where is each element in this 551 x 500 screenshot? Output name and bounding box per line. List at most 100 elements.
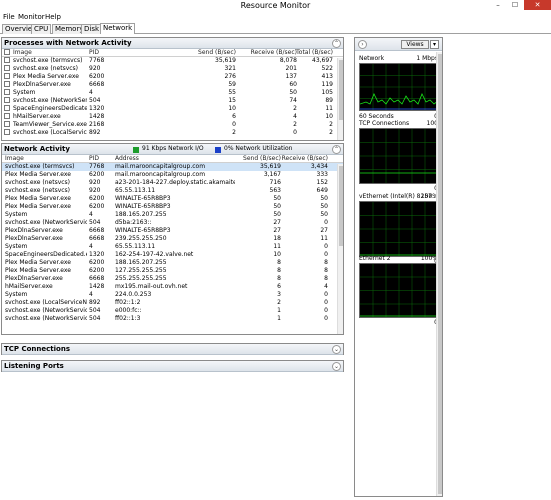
processes-section: Processes with Network Activity ⌃ Image … <box>1 37 344 141</box>
col-receive[interactable]: Receive (B/sec) <box>274 155 328 162</box>
scroll-thumb[interactable] <box>339 60 343 120</box>
expand-down-icon[interactable]: ⌄ <box>332 362 341 371</box>
cell-pid: 4 <box>89 291 93 298</box>
table-row[interactable]: svchost.exe (netsvcs) 920 65.55.113.11 563 6… <box>2 187 343 195</box>
table-row[interactable]: svchost.exe (netsvcs) 920 a23-201-184-227.… <box>2 179 343 187</box>
table-row[interactable]: svchost.exe (netsvcs) 920 321 201 522 <box>2 65 343 73</box>
row-checkbox[interactable] <box>4 129 10 135</box>
table-row[interactable]: PlexDlnaServer.exe 6668 59 60 119 <box>2 81 343 89</box>
table-row[interactable]: SpaceEngineersDedicated.exe1320 162-254-1… <box>2 251 343 259</box>
maximize-button[interactable]: ☐ <box>508 0 522 10</box>
cell-send: 8 <box>277 275 281 282</box>
table-row[interactable]: hMailServer.exe 1428 mx195.mail-out.ovh.ne… <box>2 283 343 291</box>
row-checkbox[interactable] <box>4 89 10 95</box>
table-row[interactable]: System 4 188.165.207.255 50 50 <box>2 211 343 219</box>
table-row[interactable]: svchost.exe (LocalServiceNetwo...892 ff02… <box>2 299 343 307</box>
row-checkbox[interactable] <box>4 57 10 63</box>
table-row[interactable]: Plex Media Server.exe 6200 WINALTE-65R8BP3… <box>2 195 343 203</box>
scroll-thumb[interactable] <box>339 166 343 246</box>
col-pid[interactable]: PID <box>89 155 99 162</box>
table-row[interactable]: svchost.exe (NetworkService) 504 d5ba:2163… <box>2 219 343 227</box>
table-row[interactable]: Plex Media Server.exe 6200 WINALTE-65R8BP3… <box>2 203 343 211</box>
cell-address: 65.55.113.11 <box>115 187 156 194</box>
cell-receive: 0 <box>324 219 328 226</box>
select-all-checkbox[interactable] <box>4 49 10 55</box>
table-row[interactable]: svchost.exe (LocalServiceNet...892 2 0 2 <box>2 129 343 137</box>
table-row[interactable]: svchost.exe (termsvcs) 7768 mail.marooncap… <box>2 163 343 171</box>
row-checkbox[interactable] <box>4 97 10 103</box>
menu-file[interactable]: File <box>3 13 15 21</box>
tab-cpu[interactable]: CPU <box>31 24 52 34</box>
cell-address: WINALTE-65R8BP3 <box>115 227 171 234</box>
processes-header[interactable]: Processes with Network Activity ⌃ <box>2 38 343 49</box>
cell-image: SpaceEngineersDedicated.exe <box>5 251 87 258</box>
col-total[interactable]: Total (B/sec) <box>292 49 333 56</box>
table-row[interactable]: System 4 224.0.0.253 3 0 <box>2 291 343 299</box>
cell-total: 2 <box>329 129 333 136</box>
cell-pid: 6200 <box>89 267 105 274</box>
menu-monitor[interactable]: Monitor <box>18 13 45 21</box>
processes-scrollbar[interactable] <box>337 58 343 140</box>
tab-disk[interactable]: Disk <box>81 24 103 34</box>
cell-pid: 6200 <box>89 73 105 80</box>
table-row[interactable]: svchost.exe (NetworkService) 504 ff02::1:3… <box>2 315 343 323</box>
table-row[interactable]: PlexDlnaServer.exe 6668 239.255.255.250 18 1… <box>2 235 343 243</box>
listening-ports-header[interactable]: Listening Ports ⌄ <box>2 361 343 372</box>
collapse-up-icon[interactable]: ⌃ <box>332 39 341 48</box>
table-row[interactable]: Plex Media Server.exe 6200 276 137 413 <box>2 73 343 81</box>
collapse-up-icon[interactable]: ⌃ <box>332 145 341 154</box>
cell-pid: 920 <box>89 187 101 194</box>
col-send[interactable]: Send (B/sec) <box>227 155 281 162</box>
col-send[interactable]: Send (B/sec) <box>182 49 236 56</box>
table-row[interactable]: Plex Media Server.exe 6200 188.165.207.255… <box>2 259 343 267</box>
row-checkbox[interactable] <box>4 65 10 71</box>
ethernet2-graph-canvas <box>360 264 438 317</box>
cell-total: 89 <box>325 97 333 104</box>
cell-address: ff02::1:3 <box>115 315 141 322</box>
table-row[interactable]: svchost.exe (NetworkService)504 15 74 89 <box>2 97 343 105</box>
network-io-legend-swatch <box>133 147 139 153</box>
network-scrollbar[interactable] <box>337 164 343 334</box>
minimize-button[interactable]: – <box>491 0 505 10</box>
table-row[interactable]: System 4 65.55.113.11 11 0 <box>2 243 343 251</box>
network-activity-header[interactable]: Network Activity 91 Kbps Network I/O 0% … <box>2 144 343 155</box>
col-image[interactable]: Image <box>13 49 32 56</box>
table-row[interactable]: Plex Media Server.exe 6200 127.255.255.255… <box>2 267 343 275</box>
table-row[interactable]: PlexDlnaServer.exe 6668 255.255.255.255 8 8 <box>2 275 343 283</box>
expand-down-icon[interactable]: ⌄ <box>332 345 341 354</box>
graph-panel-scrollbar[interactable] <box>436 52 442 496</box>
cell-image: PlexDlnaServer.exe <box>5 227 63 234</box>
network-activity-section: Network Activity 91 Kbps Network I/O 0% … <box>1 143 344 335</box>
cell-image: svchost.exe (NetworkService) <box>5 315 87 322</box>
row-checkbox[interactable] <box>4 105 10 111</box>
col-address[interactable]: Address <box>115 155 139 162</box>
table-row[interactable]: svchost.exe (NetworkService) 504 e000:fc::… <box>2 307 343 315</box>
row-checkbox[interactable] <box>4 81 10 87</box>
menu-help[interactable]: Help <box>45 13 61 21</box>
table-row[interactable]: hMailServer.exe 1428 6 4 10 <box>2 113 343 121</box>
col-image[interactable]: Image <box>5 155 24 162</box>
table-row[interactable]: svchost.exe (termsvcs) 7768 35,619 8,078 43,… <box>2 57 343 65</box>
collapse-panel-icon[interactable]: › <box>358 40 367 49</box>
table-row[interactable]: TeamViewer_Service.exe 2168 0 2 2 <box>2 121 343 129</box>
cell-receive: 8,078 <box>279 57 297 64</box>
tab-network[interactable]: Network <box>100 23 136 34</box>
cell-pid: 504 <box>89 219 101 226</box>
row-checkbox[interactable] <box>4 113 10 119</box>
col-receive[interactable]: Receive (B/sec) <box>242 49 297 56</box>
scroll-thumb[interactable] <box>438 54 442 494</box>
table-row[interactable]: System 4 55 50 105 <box>2 89 343 97</box>
cell-address: WINALTE-65R8BP3 <box>115 203 171 210</box>
views-dropdown-icon[interactable]: ▾ <box>430 40 439 49</box>
row-checkbox[interactable] <box>4 73 10 79</box>
cell-send: 35,619 <box>260 163 281 170</box>
row-checkbox[interactable] <box>4 121 10 127</box>
table-row[interactable]: SpaceEngineersDedicated.exe1320 10 2 11 <box>2 105 343 113</box>
col-pid[interactable]: PID <box>89 49 99 56</box>
tcp-connections-header[interactable]: TCP Connections ⌄ <box>2 344 343 355</box>
close-button[interactable]: ✕ <box>524 0 551 10</box>
window-edge <box>465 37 551 500</box>
views-button[interactable]: Views <box>401 40 429 49</box>
table-row[interactable]: PlexDlnaServer.exe 6668 WINALTE-65R8BP3 27 2… <box>2 227 343 235</box>
table-row[interactable]: Plex Media Server.exe 6200 mail.marooncapi… <box>2 171 343 179</box>
